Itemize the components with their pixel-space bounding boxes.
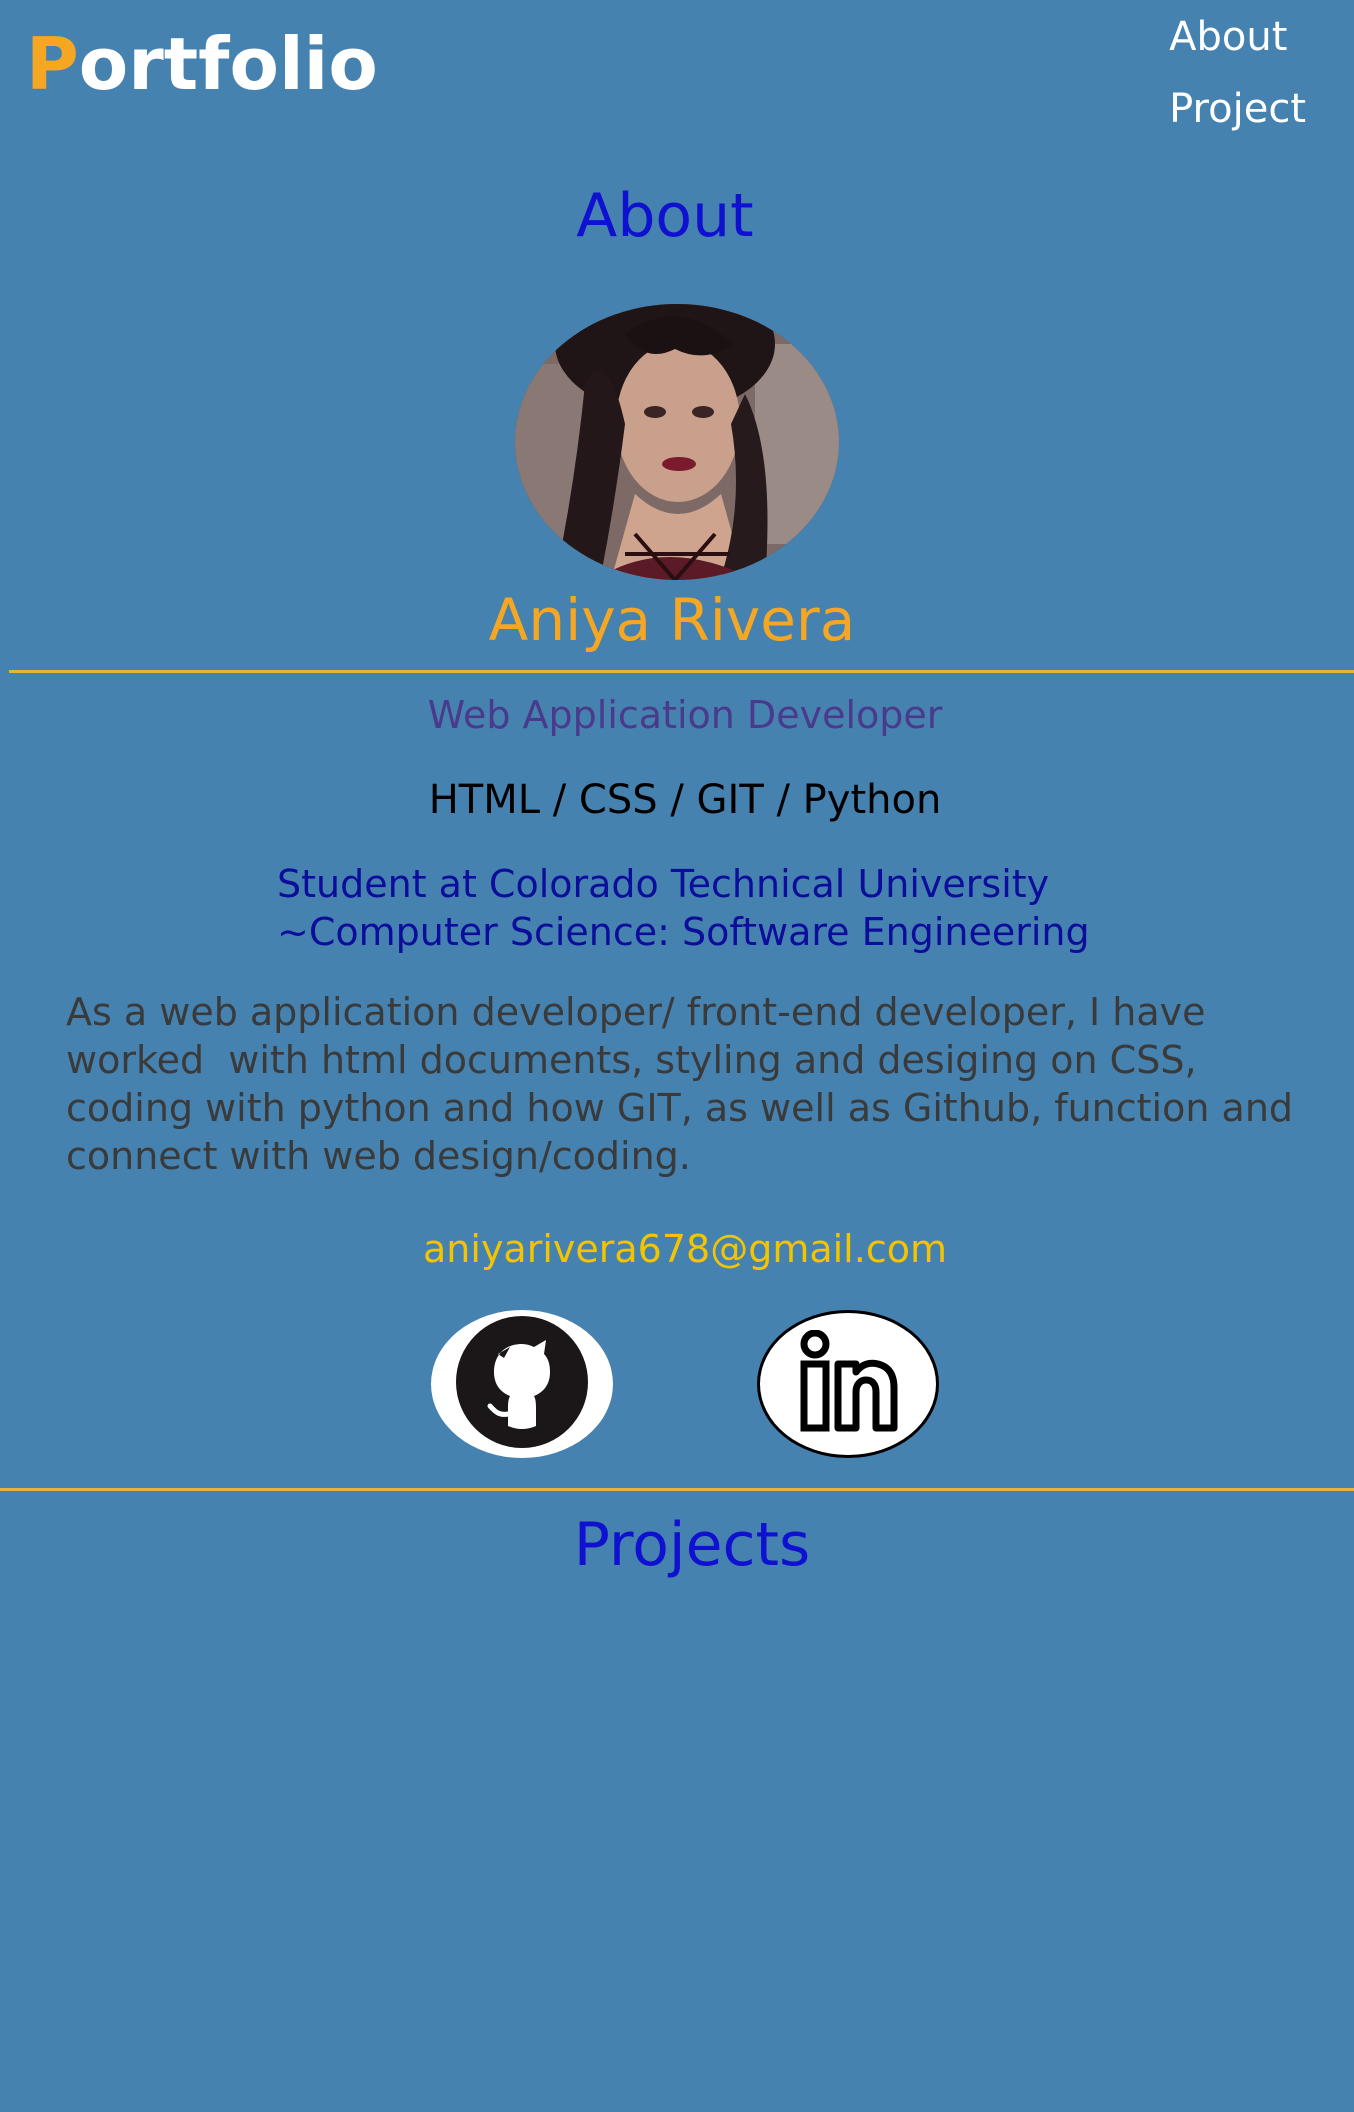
site-logo: Portfolio [26, 16, 378, 112]
education: Student at Colorado Technical University… [277, 860, 1090, 956]
job-title: Web Application Developer [427, 693, 943, 737]
main-nav: About Project [1169, 12, 1306, 134]
about-heading: About [576, 181, 754, 251]
projects-heading: Projects [573, 1510, 811, 1580]
education-major: ~Computer Science: Software Engineering [277, 910, 1090, 954]
email-link[interactable]: aniyarivera678@gmail.com [0, 1224, 1354, 1274]
logo-text: ortfolio [78, 22, 378, 106]
divider [0, 1488, 1354, 1491]
profile-name: Aniya Rivera [488, 586, 856, 654]
bio-text: As a web application developer/ front-en… [66, 990, 1294, 1178]
linkedin-link[interactable] [757, 1310, 939, 1458]
nav-link-about[interactable]: About [1169, 12, 1306, 62]
profile-photo [515, 304, 839, 580]
github-link[interactable] [431, 1310, 613, 1458]
github-icon [454, 1314, 590, 1454]
education-school: Student at Colorado Technical University [277, 862, 1050, 906]
logo-initial: P [26, 22, 79, 106]
skills-list: HTML / CSS / GIT / Python [428, 777, 942, 823]
linkedin-icon [798, 1329, 898, 1438]
nav-link-project[interactable]: Project [1169, 84, 1306, 134]
divider [9, 670, 1354, 673]
